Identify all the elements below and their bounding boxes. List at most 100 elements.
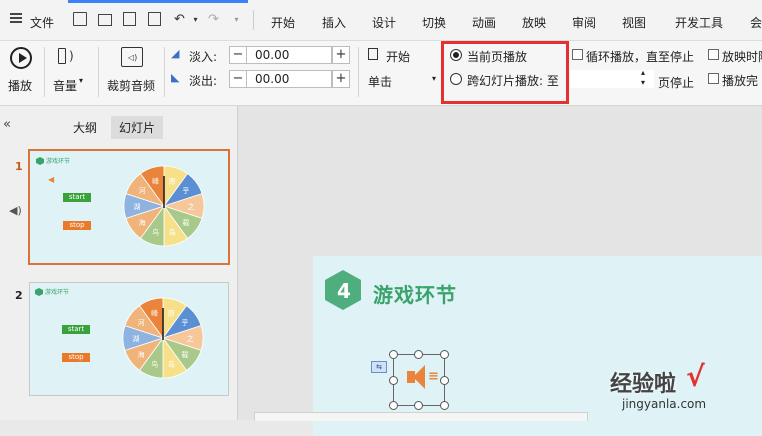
trim-audio-icon: ◁) bbox=[121, 47, 143, 67]
tab-outline[interactable]: 大纲 bbox=[73, 119, 97, 136]
trim-audio-button[interactable]: ◁) 裁剪音频 bbox=[104, 45, 160, 95]
wheel-label: 海 bbox=[138, 350, 145, 359]
slide-logo-icon bbox=[36, 157, 44, 165]
watermark-text: 经验啦 bbox=[610, 372, 677, 397]
slide-pane: « 大纲 幻灯片 1 ◀) 游戏环节 ◀ start stop 原乎之载岛鸟海湖… bbox=[0, 106, 238, 420]
menu-file[interactable]: 文件 bbox=[30, 14, 54, 31]
play-button[interactable]: 播放 bbox=[4, 45, 40, 95]
tab-slides[interactable]: 幻灯片 bbox=[111, 116, 164, 139]
wheel-label: 乎 bbox=[182, 186, 189, 195]
audio-ribbon: 播放 ) 音量 ▾ ◁) 裁剪音频 ◢ 淡入: − 00.00 + ◣ 淡出: … bbox=[0, 41, 762, 106]
wheel-label: 原 bbox=[168, 309, 175, 317]
tab-animation[interactable]: 动画 bbox=[472, 14, 496, 31]
hide-checkbox[interactable]: 放映时隐 bbox=[706, 47, 762, 64]
hide-checkbox-box bbox=[708, 49, 719, 60]
collapse-pane-icon[interactable]: « bbox=[3, 117, 11, 132]
slide-canvas: 4 游戏环节 ⇆ ≡ 经验啦 √ jingyanla.com bbox=[238, 106, 762, 436]
wheel-label: 载 bbox=[181, 350, 188, 359]
slide-thumbnail-1[interactable]: 游戏环节 ◀ start stop 原乎之载岛 鸟海湖河峰 bbox=[28, 149, 230, 265]
wheel-label: 乎 bbox=[181, 318, 188, 327]
fade-in-label: 淡入: bbox=[189, 50, 218, 64]
chevron-down-icon[interactable]: ▾ bbox=[229, 12, 244, 27]
slide-number: 2 bbox=[15, 289, 23, 302]
ribbon-divider bbox=[358, 47, 359, 97]
active-tab-indicator bbox=[68, 0, 248, 3]
lottery-wheel: 原乎之载岛 鸟海湖河峰 bbox=[122, 297, 204, 379]
slide-number: 1 bbox=[15, 160, 23, 173]
find-icon[interactable] bbox=[148, 12, 161, 26]
print-preview-icon[interactable] bbox=[123, 12, 136, 26]
wheel-label: 载 bbox=[182, 218, 189, 227]
hide-label: 放映时隐 bbox=[722, 50, 762, 64]
fade-out-increment[interactable]: + bbox=[332, 70, 350, 88]
watermark-url: jingyanla.com bbox=[622, 397, 707, 411]
volume-waves-icon: ) bbox=[69, 49, 74, 63]
wheel-label: 峰 bbox=[151, 308, 158, 317]
chevron-down-icon[interactable]: ▾ bbox=[188, 12, 203, 27]
stop-page-input[interactable]: ▴ ▾ bbox=[570, 68, 654, 88]
wheel-label: 原 bbox=[169, 177, 176, 185]
menu-divider bbox=[253, 10, 254, 30]
slide-audio-icon: ◀) bbox=[9, 204, 22, 217]
resize-handle[interactable] bbox=[389, 376, 398, 385]
resize-handle[interactable] bbox=[414, 401, 423, 410]
fade-out-input[interactable]: 00.00 bbox=[246, 70, 332, 88]
fade-in-input[interactable]: 00.00 bbox=[246, 46, 332, 64]
fade-out-value: 00.00 bbox=[255, 72, 290, 86]
chevron-down-icon: ▾ bbox=[79, 76, 84, 85]
slide-title: 游戏环节 bbox=[46, 158, 71, 165]
resize-handle[interactable] bbox=[414, 350, 423, 359]
slide-number-text: 4 bbox=[337, 279, 351, 303]
volume-label: 音量 bbox=[53, 79, 78, 93]
fade-out-decrement[interactable]: − bbox=[229, 70, 247, 88]
start-icon bbox=[368, 48, 378, 60]
start-button: start bbox=[62, 325, 90, 334]
resize-handle[interactable] bbox=[389, 350, 398, 359]
menu-bar: 文件 ↶ ▾ ↷ ▾ 开始 插入 设计 切换 动画 放映 审阅 视图 开发工具 … bbox=[0, 0, 762, 41]
start-button: start bbox=[63, 193, 91, 202]
tab-slideshow[interactable]: 放映 bbox=[522, 14, 546, 31]
tab-member[interactable]: 会 bbox=[750, 14, 762, 31]
loop-checkbox[interactable]: 循环播放，直至停止 bbox=[570, 47, 700, 64]
tab-home[interactable]: 开始 bbox=[271, 14, 295, 31]
resize-handle[interactable] bbox=[440, 350, 449, 359]
fade-in-decrement[interactable]: − bbox=[229, 46, 247, 64]
slide-main-title: 游戏环节 bbox=[373, 283, 457, 307]
tab-insert[interactable]: 插入 bbox=[322, 14, 346, 31]
wheel-label: 岛 bbox=[169, 228, 176, 237]
volume-button[interactable]: ) 音量 ▾ bbox=[48, 45, 92, 95]
slide-thumbnail-2[interactable]: 游戏环节 start stop 原乎之载岛 鸟海湖河峰 bbox=[29, 282, 229, 396]
wheel-label: 峰 bbox=[152, 176, 159, 185]
fade-in-increment[interactable]: + bbox=[332, 46, 350, 64]
lottery-wheel: 原乎之载岛 鸟海湖河峰 bbox=[123, 165, 205, 247]
resize-handle[interactable] bbox=[440, 376, 449, 385]
ribbon-divider bbox=[44, 47, 45, 97]
save-icon[interactable] bbox=[73, 12, 87, 26]
tab-view[interactable]: 视图 bbox=[622, 14, 646, 31]
speaker-icon bbox=[58, 48, 66, 64]
hamburger-icon[interactable] bbox=[10, 13, 22, 23]
start-select[interactable]: 单击 ▾ bbox=[366, 70, 444, 90]
redo-icon[interactable]: ↷ bbox=[206, 12, 221, 27]
undo-icon[interactable]: ↶ bbox=[172, 12, 187, 27]
resize-handle[interactable] bbox=[440, 401, 449, 410]
slide-logo-icon bbox=[35, 288, 43, 296]
tab-review[interactable]: 审阅 bbox=[572, 14, 596, 31]
print-icon[interactable] bbox=[98, 14, 112, 26]
sound-waves-icon: ≡ bbox=[428, 369, 439, 384]
chevron-down-icon: ▾ bbox=[432, 74, 437, 83]
ribbon-divider bbox=[98, 47, 99, 97]
stop-button: stop bbox=[62, 353, 90, 362]
tab-transition[interactable]: 切换 bbox=[422, 14, 446, 31]
tab-design[interactable]: 设计 bbox=[372, 14, 396, 31]
wheel-label: 之 bbox=[187, 334, 194, 343]
tab-developer[interactable]: 开发工具 bbox=[675, 14, 723, 31]
audio-object[interactable]: ≡ bbox=[393, 354, 445, 406]
play-icon bbox=[10, 47, 32, 69]
watermark-check: √ bbox=[686, 360, 705, 393]
wheel-label: 海 bbox=[139, 218, 146, 227]
resize-handle[interactable] bbox=[389, 401, 398, 410]
page-stop-label: 页停止 bbox=[658, 76, 695, 90]
play-label: 播放 bbox=[8, 79, 33, 93]
rewind-checkbox[interactable]: 播放完 bbox=[706, 71, 762, 88]
